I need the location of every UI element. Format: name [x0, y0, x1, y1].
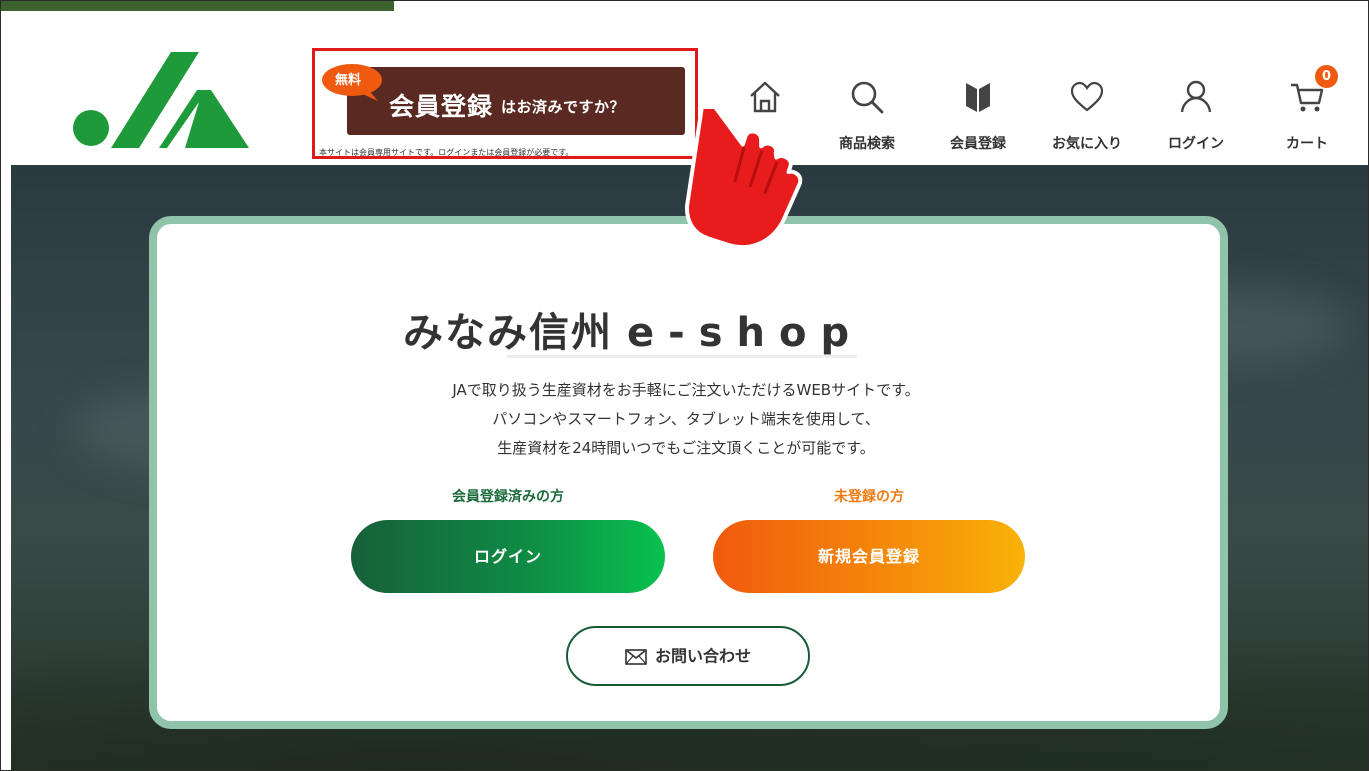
contact-button[interactable]: お問い合わせ [566, 626, 810, 686]
nav-register[interactable]: 会員登録 [933, 71, 1023, 155]
nav-login[interactable]: ログイン [1151, 71, 1241, 155]
pointing-hand-icon [684, 109, 803, 250]
nav-favorites-label: お気に入り [1052, 136, 1122, 152]
nav-register-label: 会員登録 [950, 136, 1006, 152]
cart-count-badge: 0 [1315, 65, 1338, 88]
user-icon [1180, 80, 1212, 113]
heart-icon [1070, 81, 1104, 112]
site-title-latin: e-shop [627, 310, 864, 356]
login-button[interactable]: ログイン [351, 520, 665, 593]
description-line: パソコンやスマートフォン、タブレット端末を使用して、 [492, 410, 880, 428]
nav-login-label: ログイン [1168, 136, 1224, 152]
site-title-jp: みなみ信州 [403, 310, 613, 356]
nav-favorites[interactable]: お気に入り [1042, 71, 1132, 155]
top-accent-strip [1, 1, 394, 11]
nav-cart[interactable]: カート [1262, 71, 1352, 155]
member-label: 会員登録済みの方 [452, 489, 564, 505]
contact-button-label: お問い合わせ [654, 646, 751, 666]
search-icon [851, 81, 884, 114]
description-line: 生産資材を24時間いつでもご注文頂くことが可能です。 [497, 439, 875, 457]
nav-cart-label: カート [1286, 136, 1328, 152]
new-user-label: 未登録の方 [834, 489, 904, 505]
member-register-icon [966, 83, 990, 112]
description-line: JAで取り扱う生産資材をお手軽にご注文いただけるWEBサイトです。 [452, 381, 920, 399]
ja-logo[interactable] [71, 46, 256, 152]
browser-frame: 会員登録 はお済みですか？ 無料 本サイトは会員専用サイトです。ログインまたは会… [0, 0, 1369, 771]
site-title: みなみ信州 e-shop [403, 300, 863, 358]
title-underline [507, 355, 857, 358]
highlight-box [312, 48, 698, 159]
mail-icon [625, 648, 647, 665]
register-button[interactable]: 新規会員登録 [713, 520, 1025, 593]
